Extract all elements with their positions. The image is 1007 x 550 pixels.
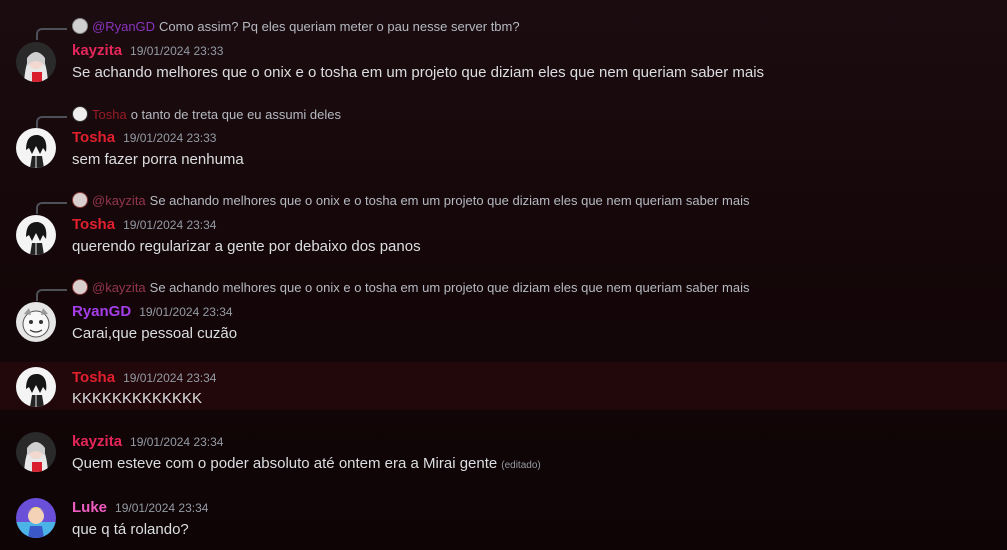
tosha-mini-avatar <box>72 106 88 122</box>
timestamp[interactable]: 19/01/2024 23:34 <box>123 218 216 232</box>
reply-text: Como assim? Pq eles queriam meter o pau … <box>159 18 520 34</box>
message-content: sem fazer porra nenhuma <box>72 151 244 168</box>
message-2[interactable]: Tosha o tanto de treta que eu assumi del… <box>0 104 1007 184</box>
reply-text: o tanto de treta que eu assumi deles <box>130 106 342 122</box>
author-name[interactable]: Tosha <box>72 369 115 386</box>
kayzita-avatar[interactable] <box>16 42 56 82</box>
timestamp[interactable]: 19/01/2024 23:33 <box>123 131 216 145</box>
tosha-avatar[interactable] <box>16 215 56 255</box>
author-name[interactable]: Luke <box>72 499 107 516</box>
reply-author[interactable]: @kayzita <box>92 280 146 295</box>
message-7[interactable]: Luke 19/01/2024 23:34 que q tá rolando? <box>0 494 1007 550</box>
reply-spine <box>36 28 67 40</box>
message-content: querendo regularizar a gente por debaixo… <box>72 238 421 255</box>
ryangd-mini-avatar <box>72 18 88 34</box>
reply-spine <box>36 202 67 214</box>
author-name[interactable]: Tosha <box>72 216 115 233</box>
message-content: que q tá rolando? <box>72 521 189 538</box>
tosha-avatar[interactable] <box>16 367 56 407</box>
tosha-avatar[interactable] <box>16 128 56 168</box>
message-3[interactable]: @kayzita Se achando melhores que o onix … <box>0 192 1007 272</box>
message-4[interactable]: @kayzita Se achando melhores que o onix … <box>0 279 1007 359</box>
timestamp[interactable]: 19/01/2024 23:34 <box>130 435 223 449</box>
reply-author[interactable]: @RyanGD <box>92 19 155 34</box>
message-content: Quem esteve com o poder absoluto até ont… <box>72 455 541 472</box>
author-name[interactable]: RyanGD <box>72 303 131 320</box>
reply-author[interactable]: @kayzita <box>92 193 146 208</box>
luke-avatar[interactable] <box>16 498 56 538</box>
timestamp[interactable]: 19/01/2024 23:33 <box>130 44 223 58</box>
author-name[interactable]: Tosha <box>72 129 115 146</box>
message-5[interactable]: Tosha 19/01/2024 23:34 KKKKKKKKKKKKK <box>0 362 1007 410</box>
message-6[interactable]: kayzita 19/01/2024 23:34 Quem esteve com… <box>0 428 1007 484</box>
reply-preview[interactable]: Tosha o tanto de treta que eu assumi del… <box>72 106 341 122</box>
reply-preview[interactable]: @RyanGD Como assim? Pq eles queriam mete… <box>72 18 520 34</box>
message-content: KKKKKKKKKKKKK <box>72 390 203 407</box>
kayzita-mini-avatar <box>72 279 88 295</box>
reply-preview[interactable]: @kayzita Se achando melhores que o onix … <box>72 192 749 208</box>
message-content: Se achando melhores que o onix e o tosha… <box>72 64 765 81</box>
reply-spine <box>36 289 67 301</box>
message-1[interactable]: @RyanGD Como assim? Pq eles queriam mete… <box>0 14 1007 94</box>
timestamp[interactable]: 19/01/2024 23:34 <box>123 371 216 385</box>
timestamp[interactable]: 19/01/2024 23:34 <box>115 501 208 515</box>
ryangd-avatar[interactable] <box>16 302 56 342</box>
kayzita-avatar[interactable] <box>16 432 56 472</box>
author-name[interactable]: kayzita <box>72 433 122 450</box>
reply-author[interactable]: Tosha <box>92 107 127 122</box>
reply-text: Se achando melhores que o onix e o tosha… <box>149 192 750 208</box>
message-content: Carai,que pessoal cuzão <box>72 325 238 342</box>
message-text: Quem esteve com o poder absoluto até ont… <box>72 455 498 472</box>
author-name[interactable]: kayzita <box>72 42 122 59</box>
reply-preview[interactable]: @kayzita Se achando melhores que o onix … <box>72 279 749 295</box>
reply-text: Se achando melhores que o onix e o tosha… <box>149 279 750 295</box>
edited-label[interactable]: (editado) <box>501 460 540 471</box>
kayzita-mini-avatar <box>72 192 88 208</box>
timestamp[interactable]: 19/01/2024 23:34 <box>139 305 232 319</box>
reply-spine <box>36 116 67 128</box>
